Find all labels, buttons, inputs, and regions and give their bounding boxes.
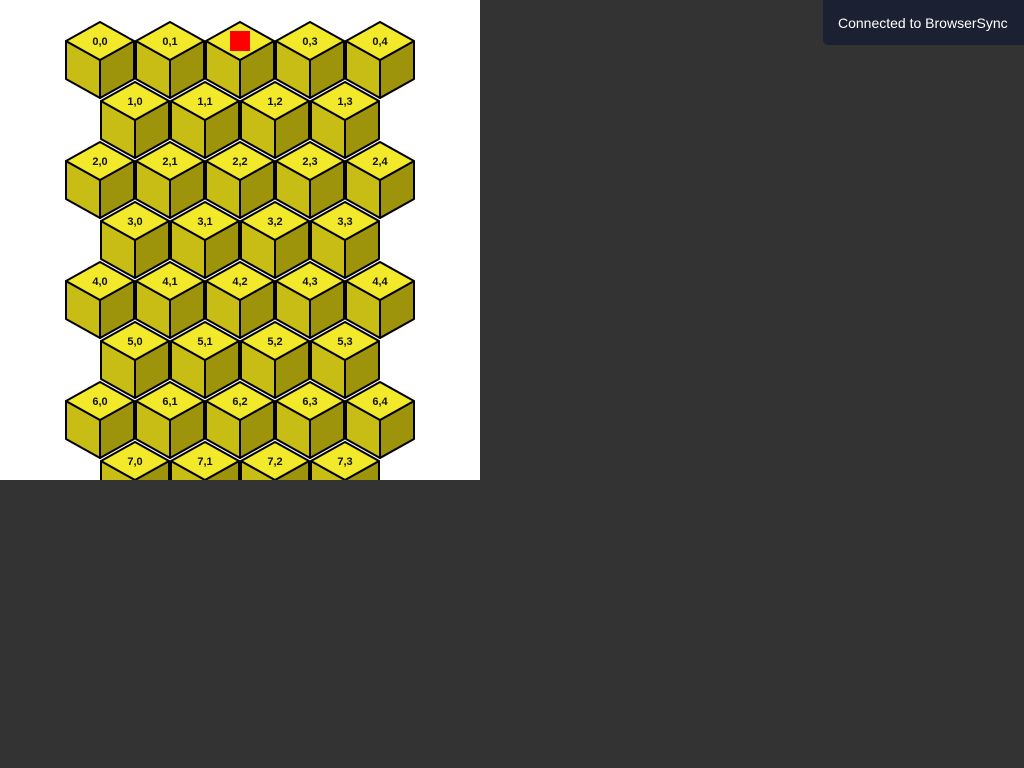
notification-text: Connected to BrowserSync bbox=[838, 15, 1008, 31]
cube-label: 4,3 bbox=[302, 276, 317, 288]
cube-label: 6,1 bbox=[162, 396, 177, 408]
cube-label: 5,3 bbox=[337, 336, 352, 348]
cube-cell-5-3[interactable]: 5,3 bbox=[310, 321, 380, 399]
cube-cell-0-2[interactable] bbox=[205, 21, 275, 99]
cube-label: 7,3 bbox=[337, 456, 352, 468]
cube-label: 5,2 bbox=[267, 336, 282, 348]
cube-label: 6,4 bbox=[372, 396, 388, 408]
cube-cell-1-1[interactable]: 1,1 bbox=[170, 81, 240, 159]
cube-cell-0-0[interactable]: 0,0 bbox=[65, 21, 135, 99]
player-marker bbox=[230, 31, 250, 51]
cube-label: 0,3 bbox=[302, 36, 317, 48]
cube-cell-4-2[interactable]: 4,2 bbox=[205, 261, 275, 339]
cube-cell-4-4[interactable]: 4,4 bbox=[345, 261, 415, 339]
cube-cell-1-3[interactable]: 1,3 bbox=[310, 81, 380, 159]
cube-board[interactable]: 0,0 0,1 0,3 0,4 1,0 1,1 1,2 1,3 2,0 2,1 2,2 2,3 2,4 3… bbox=[0, 0, 480, 480]
cube-cell-3-2[interactable]: 3,2 bbox=[240, 201, 310, 279]
cube-cell-3-1[interactable]: 3,1 bbox=[170, 201, 240, 279]
cube-label: 3,2 bbox=[267, 216, 282, 228]
cube-cell-6-1[interactable]: 6,1 bbox=[135, 381, 205, 459]
cube-cell-4-3[interactable]: 4,3 bbox=[275, 261, 345, 339]
cube-label: 2,4 bbox=[372, 156, 388, 168]
cube-cell-4-1[interactable]: 4,1 bbox=[135, 261, 205, 339]
cube-cell-5-0[interactable]: 5,0 bbox=[100, 321, 170, 399]
cube-label: 2,0 bbox=[92, 156, 107, 168]
game-canvas[interactable]: 0,0 0,1 0,3 0,4 1,0 1,1 1,2 1,3 2,0 2,1 2,2 2,3 2,4 3… bbox=[0, 0, 480, 480]
cube-cell-0-1[interactable]: 0,1 bbox=[135, 21, 205, 99]
cube-label: 0,1 bbox=[162, 36, 177, 48]
cube-cell-5-1[interactable]: 5,1 bbox=[170, 321, 240, 399]
browsersync-notification: Connected to BrowserSync bbox=[823, 0, 1024, 45]
cube-label: 3,0 bbox=[127, 216, 142, 228]
cube-cell-6-0[interactable]: 6,0 bbox=[65, 381, 135, 459]
cube-label: 3,3 bbox=[337, 216, 352, 228]
cube-label: 6,0 bbox=[92, 396, 107, 408]
cube-label: 2,1 bbox=[162, 156, 177, 168]
cube-label: 4,2 bbox=[232, 276, 247, 288]
cube-cell-6-4[interactable]: 6,4 bbox=[345, 381, 415, 459]
cube-cell-2-1[interactable]: 2,1 bbox=[135, 141, 205, 219]
cube-label: 4,0 bbox=[92, 276, 107, 288]
cube-cell-0-4[interactable]: 0,4 bbox=[345, 21, 415, 99]
cube-label: 0,0 bbox=[92, 36, 107, 48]
cube-cell-0-3[interactable]: 0,3 bbox=[275, 21, 345, 99]
cube-label: 7,1 bbox=[197, 456, 212, 468]
cube-cell-2-3[interactable]: 2,3 bbox=[275, 141, 345, 219]
cube-label: 4,1 bbox=[162, 276, 177, 288]
cube-cell-6-2[interactable]: 6,2 bbox=[205, 381, 275, 459]
cube-label: 1,1 bbox=[197, 96, 212, 108]
cube-cell-3-0[interactable]: 3,0 bbox=[100, 201, 170, 279]
cube-label: 6,3 bbox=[302, 396, 317, 408]
cube-label: 4,4 bbox=[372, 276, 388, 288]
cube-label: 7,2 bbox=[267, 456, 282, 468]
cube-label: 3,1 bbox=[197, 216, 212, 228]
cube-cell-2-2[interactable]: 2,2 bbox=[205, 141, 275, 219]
cube-cell-6-3[interactable]: 6,3 bbox=[275, 381, 345, 459]
cube-cell-4-0[interactable]: 4,0 bbox=[65, 261, 135, 339]
cube-label: 0,4 bbox=[372, 36, 388, 48]
cube-cell-1-0[interactable]: 1,0 bbox=[100, 81, 170, 159]
cube-label: 1,3 bbox=[337, 96, 352, 108]
cube-label: 5,1 bbox=[197, 336, 212, 348]
cube-label: 1,2 bbox=[267, 96, 282, 108]
cube-cell-2-0[interactable]: 2,0 bbox=[65, 141, 135, 219]
cube-cell-1-2[interactable]: 1,2 bbox=[240, 81, 310, 159]
cube-cell-2-4[interactable]: 2,4 bbox=[345, 141, 415, 219]
cube-cell-3-3[interactable]: 3,3 bbox=[310, 201, 380, 279]
cube-label: 1,0 bbox=[127, 96, 142, 108]
cube-label: 2,3 bbox=[302, 156, 317, 168]
cube-label: 7,0 bbox=[127, 456, 142, 468]
cube-label: 6,2 bbox=[232, 396, 247, 408]
cube-label: 2,2 bbox=[232, 156, 247, 168]
cube-label: 5,0 bbox=[127, 336, 142, 348]
cube-cell-5-2[interactable]: 5,2 bbox=[240, 321, 310, 399]
